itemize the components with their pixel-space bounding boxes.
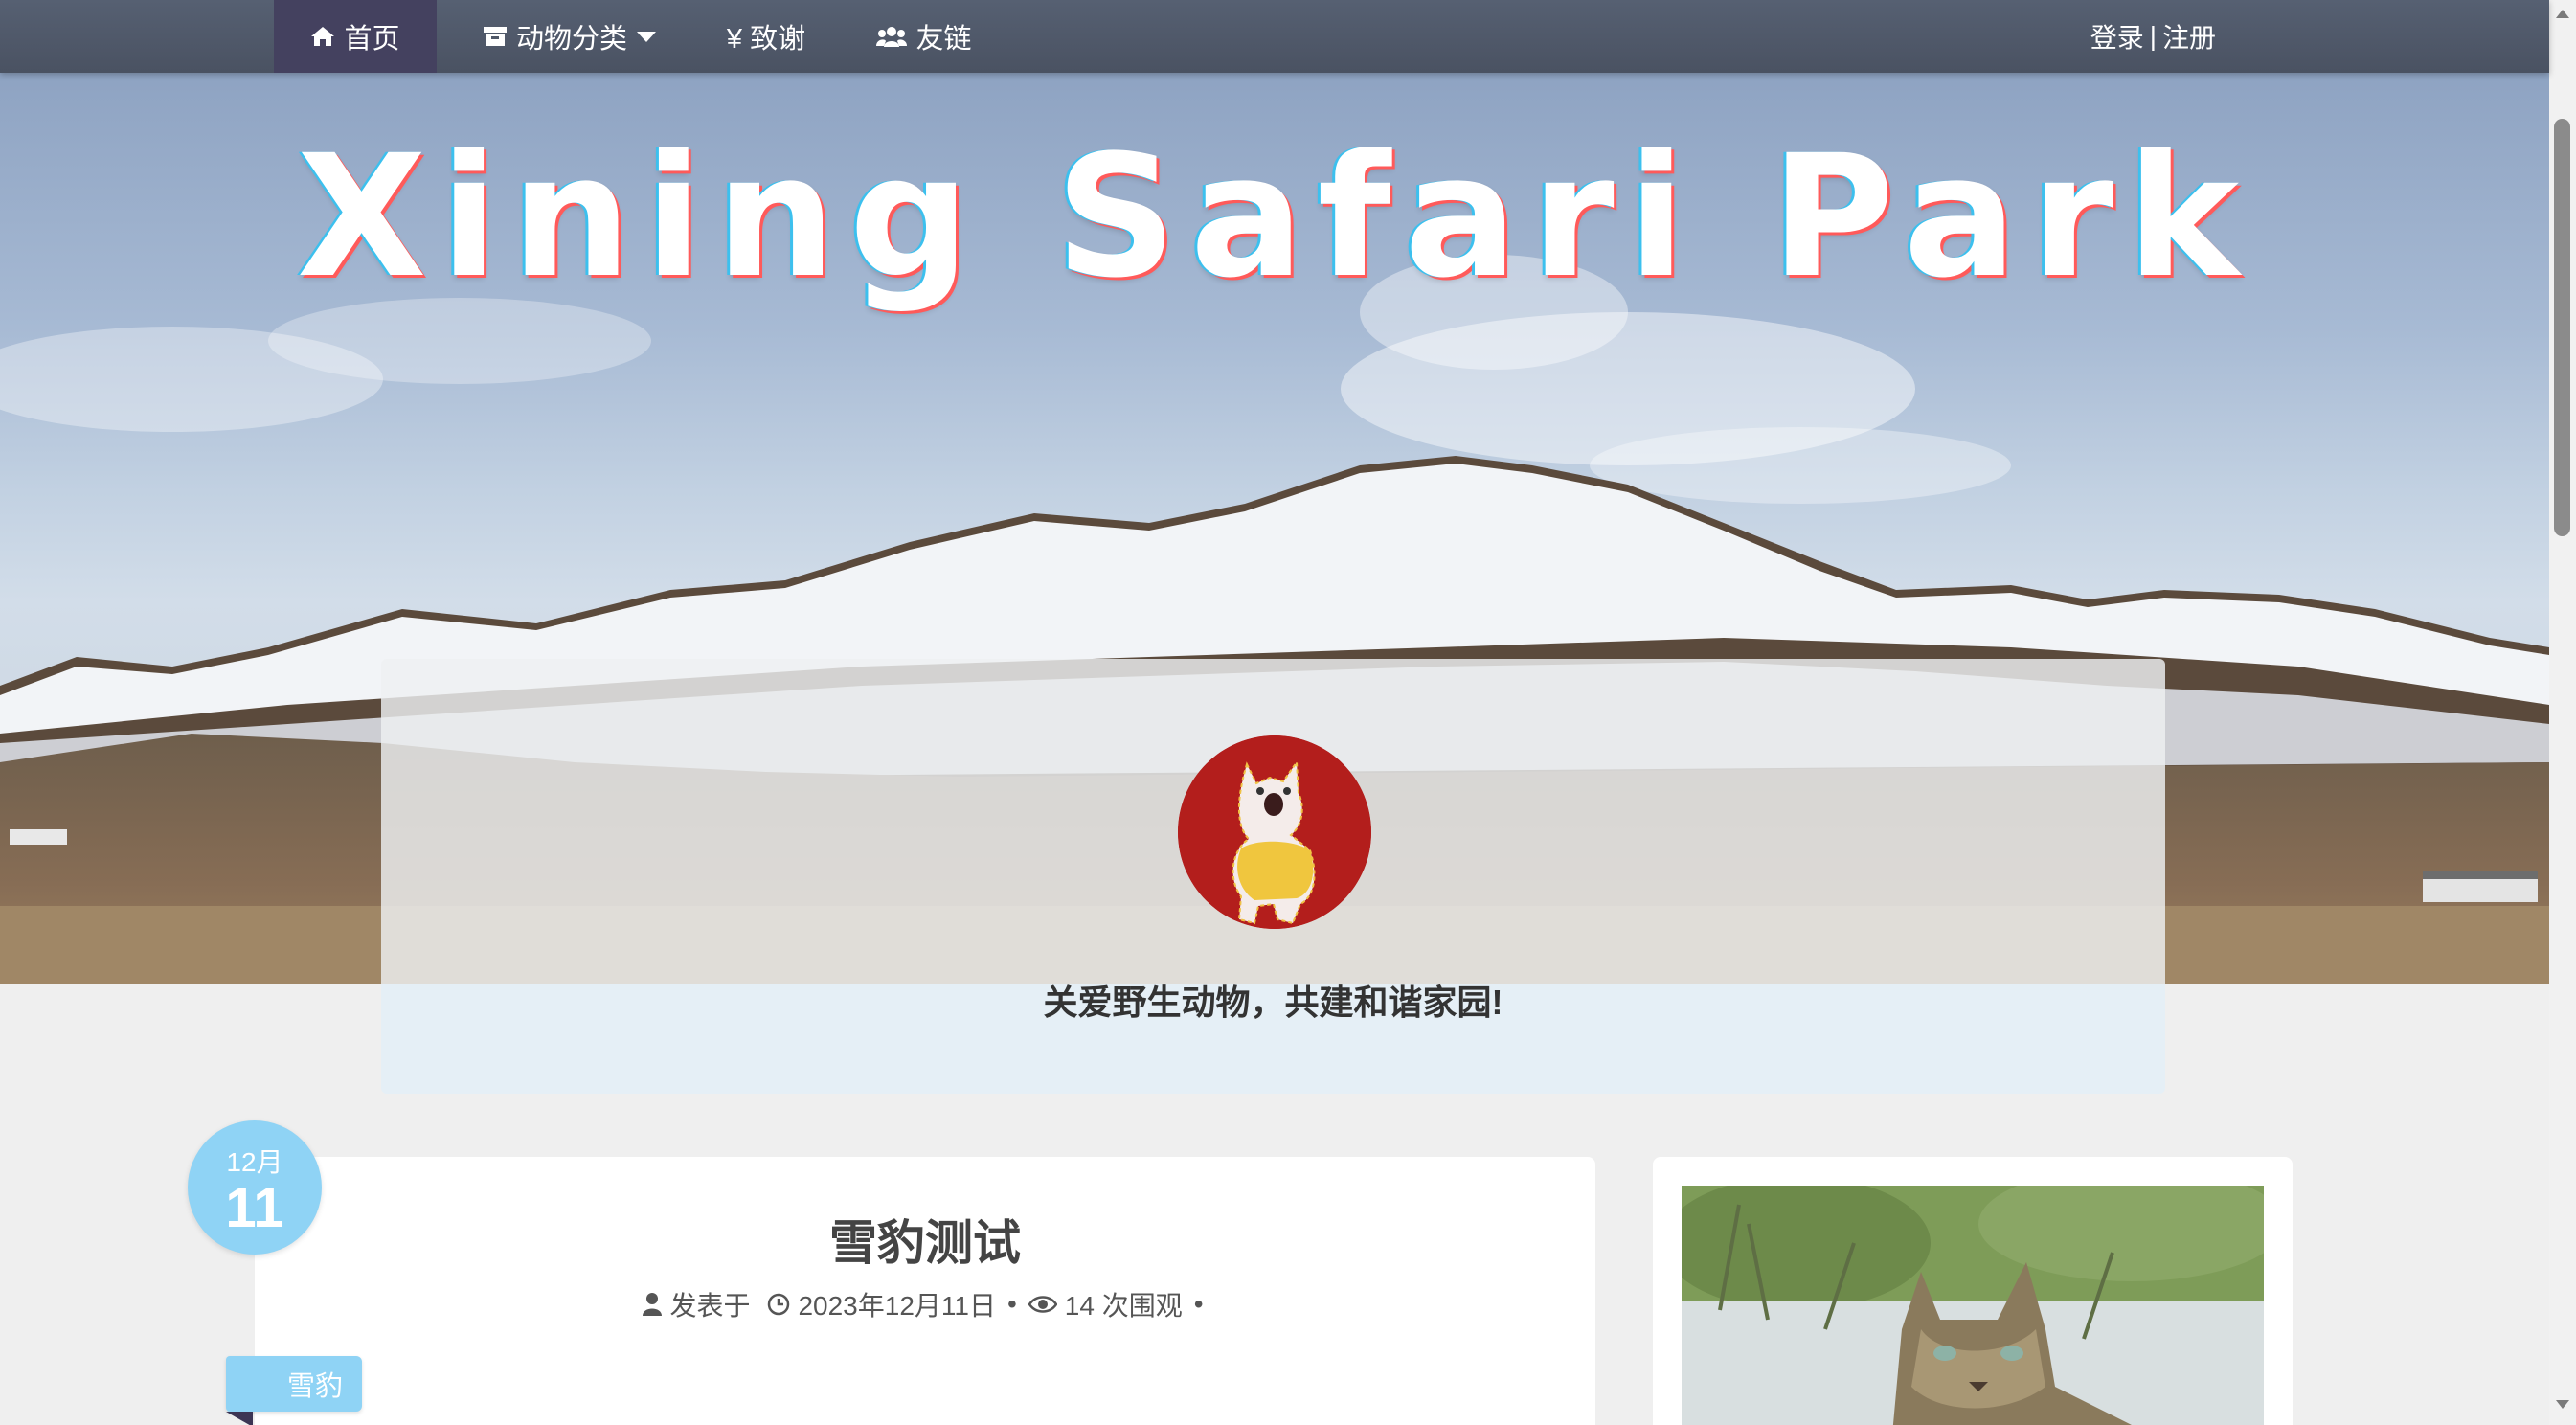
scroll-down-arrow-icon[interactable] [2556,1400,2569,1409]
tag-ribbon-fold [226,1412,253,1425]
profile-motto: 关爱野生动物，共建和谐家园! [1043,983,1503,1022]
post-author-label: 发表于 [669,1291,751,1321]
user-icon [643,1292,663,1317]
nav-item-label: 动物分类 [515,24,627,55]
archive-icon [483,25,508,48]
nav-item-label: 首页 [344,24,400,55]
nav-item-categories[interactable]: 动物分类 [460,0,680,73]
post-date-badge: 12月 11 [188,1120,322,1255]
auth-separator: | [2149,21,2157,51]
scroll-up-arrow-icon[interactable] [2556,10,2569,18]
top-navbar: 首页 动物分类 ¥ 致谢 友链 登录 | 注册 [0,0,2549,73]
site-title: Xining Safari Park [296,119,2253,315]
sidebar-card [1653,1157,2293,1425]
home-icon [310,25,335,48]
meta-separator: • [1193,1289,1204,1319]
meta-separator: • [1006,1289,1017,1319]
post-tag-label: 雪豹 [286,1371,343,1402]
clock-icon [767,1293,790,1316]
date-badge-day: 11 [225,1177,284,1239]
avatar[interactable] [1178,735,1371,929]
post-meta: 发表于 2023年12月11日 • 14 次围观 • [255,1285,1595,1323]
nav-item-friend-links[interactable]: 友链 [862,0,986,73]
nav-item-label: 友链 [915,24,972,55]
wildcat-image [1682,1186,2264,1425]
login-link[interactable]: 登录 [2090,17,2144,56]
post-card: 雪豹测试 发表于 2023年12月11日 • 14 次围观 • [255,1157,1595,1425]
post-tag[interactable]: 雪豹 [226,1356,362,1412]
eye-icon [1028,1294,1057,1315]
cat-avatar-image [1178,735,1371,929]
auth-links: 登录 | 注册 [2090,0,2216,73]
post-date: 2023年12月11日 [798,1291,996,1321]
profile-card: 关爱野生动物，共建和谐家园! [381,659,2165,1094]
nav-item-label: ¥ 致谢 [726,24,806,55]
nav-item-home[interactable]: 首页 [274,0,437,73]
nav-item-thanks[interactable]: ¥ 致谢 [709,0,824,73]
register-link[interactable]: 注册 [2162,17,2216,56]
users-icon [876,25,908,48]
date-badge-month: 12月 [226,1147,283,1177]
wildcat-photo[interactable] [1682,1186,2264,1425]
post-views: 14 次围观 [1064,1291,1183,1321]
post-title[interactable]: 雪豹测试 [255,1205,1595,1274]
scroll-thumb[interactable] [2554,119,2570,536]
caret-down-icon [636,30,657,43]
vertical-scrollbar[interactable] [2549,0,2576,1425]
